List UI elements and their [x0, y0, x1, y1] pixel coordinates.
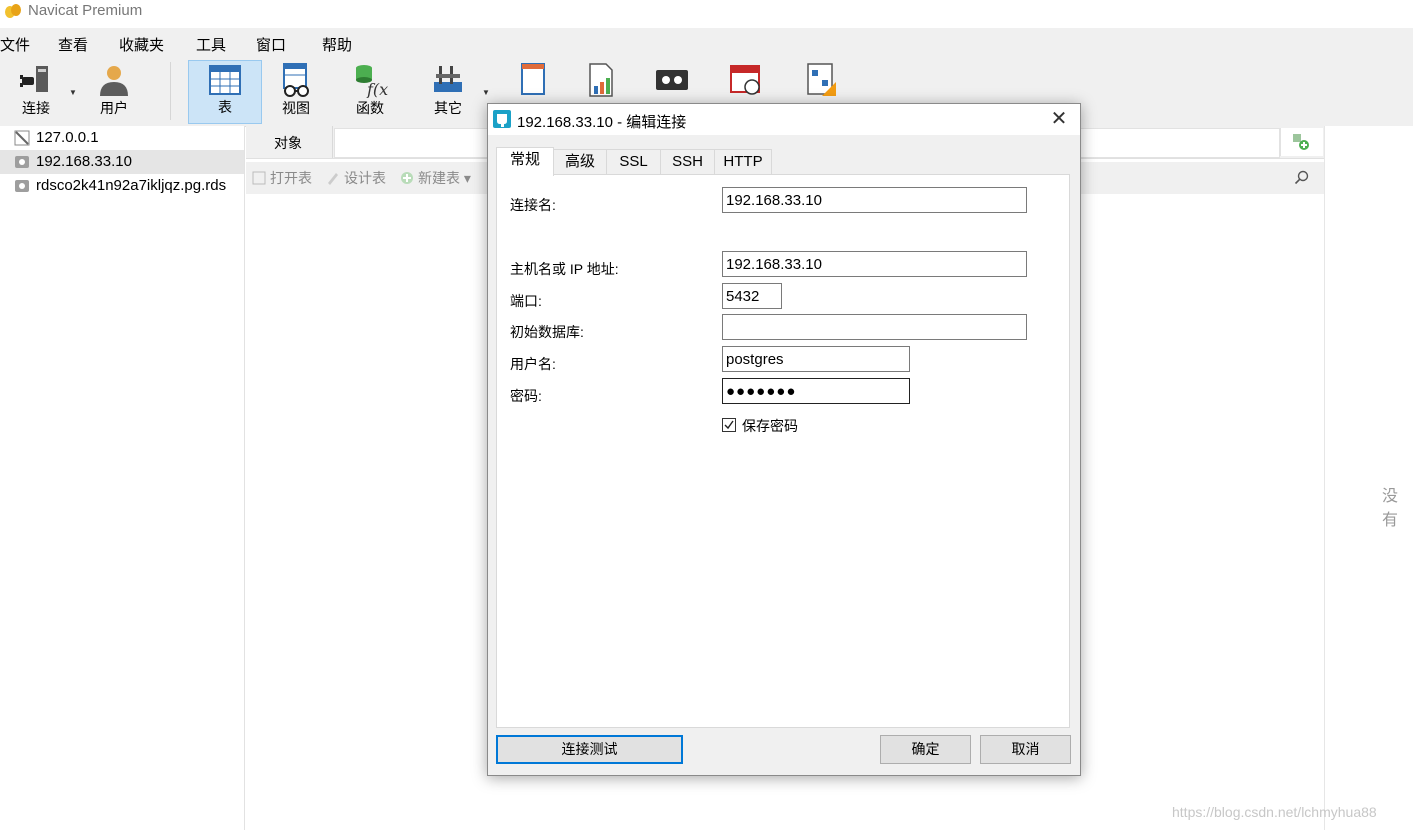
edit-connection-dialog: 192.168.33.10 - 编辑连接 ✕ 常规 高级 SSL SSH HTT…: [487, 103, 1081, 776]
username-label: 用户名:: [510, 356, 556, 372]
menu-view[interactable]: 查看: [58, 34, 88, 55]
sidebar-item-rds[interactable]: rdsco2k41n92a7ikljqz.pg.rds: [0, 174, 244, 198]
open-table-label: 打开表: [270, 170, 312, 186]
initial-database-input[interactable]: [722, 314, 1027, 340]
sidebar-item-192-168-33-10[interactable]: 192.168.33.10: [0, 150, 244, 174]
design-table-button[interactable]: 设计表: [326, 168, 386, 188]
new-tab-plus-icon: [1293, 134, 1309, 150]
new-table-label: 新建表: [418, 170, 460, 186]
watermark-text: https://blog.csdn.net/lchmyhua88: [1172, 804, 1377, 820]
view-glasses-icon: [283, 63, 309, 97]
function-label: 函数: [356, 100, 384, 116]
other-button[interactable]: 其它: [418, 60, 478, 124]
cancel-button[interactable]: 取消: [980, 735, 1071, 764]
table-button[interactable]: 表: [188, 60, 262, 124]
ok-button[interactable]: 确定: [880, 735, 971, 764]
menu-help[interactable]: 帮助: [322, 34, 352, 55]
menu-tools[interactable]: 工具: [196, 34, 226, 55]
dialog-title: 192.168.33.10 - 编辑连接: [517, 114, 687, 131]
connect-plug-icon: [20, 66, 48, 92]
connect-label: 连接: [22, 100, 50, 116]
view-label: 视图: [282, 100, 310, 116]
tab-ssl[interactable]: SSL: [606, 149, 661, 174]
close-icon[interactable]: ✕: [1046, 107, 1072, 133]
backup-tape-icon: [656, 70, 688, 90]
menu-favorites[interactable]: 收藏夹: [119, 34, 164, 55]
navicat-logo-icon: [5, 4, 21, 18]
info-panel: [1324, 126, 1413, 830]
tab-advanced[interactable]: 高级: [553, 149, 607, 174]
new-table-plus-icon: [401, 172, 413, 184]
user-icon: [100, 66, 128, 96]
search-icon[interactable]: [1294, 170, 1310, 186]
tab-http[interactable]: HTTP: [714, 149, 772, 174]
tab-objects-label: 对象: [274, 135, 302, 151]
tab-ssh[interactable]: SSH: [660, 149, 715, 174]
save-password-checkbox[interactable]: [722, 418, 736, 432]
toolbar-separator: [170, 62, 171, 120]
table-icon: [209, 65, 241, 95]
function-fx-icon: f(x): [356, 65, 388, 98]
other-label: 其它: [434, 100, 462, 116]
tab-general[interactable]: 常规: [496, 147, 554, 176]
mysql-connection-icon: [14, 130, 30, 146]
sidebar-item-label: 192.168.33.10: [36, 153, 132, 170]
save-password-label: 保存密码: [742, 418, 798, 434]
schedule-calendar-icon: [730, 65, 760, 95]
info-panel-empty-text: 没有: [1382, 488, 1399, 529]
checkmark-icon: [724, 420, 734, 430]
port-input[interactable]: [722, 283, 782, 309]
dialog-titlebar: 192.168.33.10 - 编辑连接 ✕: [488, 104, 1080, 135]
postgresql-elephant-icon: [493, 110, 511, 128]
open-table-button[interactable]: 打开表: [252, 168, 312, 188]
username-input[interactable]: [722, 346, 910, 372]
sidebar-item-label: rdsco2k41n92a7ikljqz.pg.rds: [36, 177, 227, 194]
report-icon: [589, 63, 613, 97]
model-icon: [807, 63, 836, 96]
postgresql-connection-icon: [15, 156, 29, 168]
port-label: 端口:: [510, 293, 542, 309]
view-button[interactable]: 视图: [266, 60, 326, 124]
connection-name-input[interactable]: [722, 187, 1027, 213]
window-titlebar: Navicat Premium: [0, 0, 1413, 24]
host-label: 主机名或 IP 地址:: [510, 261, 619, 277]
new-tab-button[interactable]: [1280, 128, 1323, 156]
design-table-icon: [328, 173, 338, 185]
password-label: 密码:: [510, 388, 542, 404]
other-dropdown-icon[interactable]: ▼: [482, 88, 490, 97]
new-table-button[interactable]: 新建表 ▾: [400, 168, 471, 188]
connect-button[interactable]: 连接: [6, 60, 66, 124]
design-table-label: 设计表: [344, 170, 386, 186]
menu-file[interactable]: 文件: [0, 34, 30, 55]
menu-bar: 文件 查看 收藏夹 工具 窗口 帮助: [0, 28, 1413, 56]
other-tools-icon: [434, 66, 462, 92]
host-input[interactable]: [722, 251, 1027, 277]
menu-window[interactable]: 窗口: [256, 34, 286, 55]
test-connection-button[interactable]: 连接测试: [496, 735, 683, 764]
app-title: Navicat Premium: [28, 2, 143, 19]
tab-objects[interactable]: 对象: [246, 126, 333, 158]
password-input[interactable]: [722, 378, 910, 404]
table-label: 表: [218, 99, 232, 115]
user-button[interactable]: 用户: [84, 60, 144, 124]
sidebar-item-label: 127.0.0.1: [36, 129, 99, 146]
open-table-icon: [252, 171, 266, 185]
query-table-icon: [521, 63, 545, 95]
user-label: 用户: [100, 100, 128, 116]
initial-database-label: 初始数据库:: [510, 324, 584, 340]
connection-sidebar: 127.0.0.1 192.168.33.10 rdsco2k41n92a7ik…: [0, 126, 245, 830]
connection-name-label: 连接名:: [510, 197, 556, 213]
function-button[interactable]: f(x) 函数: [340, 60, 400, 124]
general-tab-panel: 连接名: 主机名或 IP 地址: 端口: 初始数据库: 用户名: 密码: 保存密…: [496, 174, 1070, 728]
sidebar-item-127-0-0-1[interactable]: 127.0.0.1: [0, 126, 244, 150]
postgresql-connection-icon: [15, 180, 29, 192]
connect-dropdown-icon[interactable]: ▼: [69, 88, 77, 97]
svg-text:f(x): f(x): [366, 80, 388, 98]
